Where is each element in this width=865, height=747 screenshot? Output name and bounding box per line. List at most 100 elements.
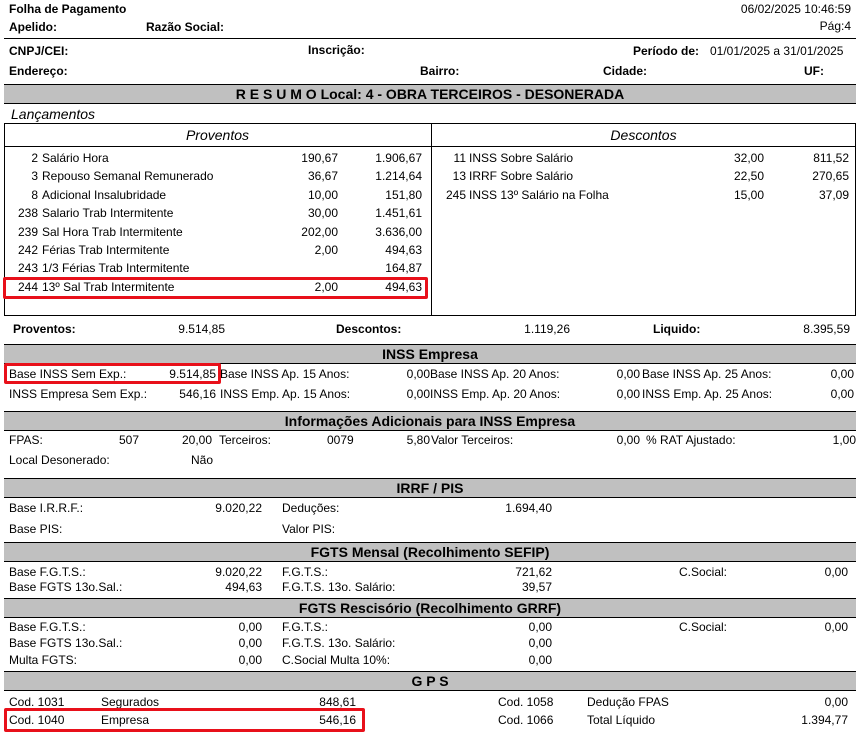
provento-code: 238 (17, 206, 38, 221)
gps-code: Cod. 1058 (498, 695, 554, 709)
provento-ref: 30,00 (307, 206, 338, 221)
report-datetime: 06/02/2025 10:46:59 (740, 2, 851, 16)
irrf-pis-header: IRRF / PIS (4, 478, 856, 498)
terceiros-rate: 5,80 (406, 433, 430, 447)
highlight-box (4, 363, 221, 384)
fgts-resc-base-value: 0,00 (238, 620, 262, 634)
provento-value: 1.451,61 (375, 206, 422, 221)
inss-value: 0,00 (616, 387, 640, 401)
fgts-resc-csocial-label: C.Social: (679, 620, 728, 634)
column-divider (855, 123, 856, 315)
desconto-ref: 15,00 (733, 187, 764, 202)
gps-value: 0,00 (824, 695, 848, 709)
inss-label: Base INSS Ap. 15 Anos: (220, 367, 350, 381)
base-irrf-label: Base I.R.R.F.: (9, 501, 84, 515)
highlight-box (4, 708, 365, 732)
fgts-base13-label: Base FGTS 13o.Sal.: (9, 580, 123, 594)
resumo-header: R E S U M O Local: 4 - OBRA TERCEIROS - … (4, 84, 856, 104)
provento-desc: 1/3 Férias Trab Intermitente (42, 261, 190, 276)
base-irrf-value: 9.020,22 (215, 501, 262, 515)
provento-desc: Sal Hora Trab Intermitente (42, 224, 183, 239)
inss-label: INSS Emp. Ap. 25 Anos: (642, 387, 773, 401)
fgts-base-label: Base F.G.T.S.: (9, 565, 86, 579)
inss-label: INSS Emp. Ap. 15 Anos: (220, 387, 351, 401)
gps-label: Dedução FPAS (587, 695, 669, 709)
inss-empresa-header: INSS Empresa (4, 344, 856, 364)
fgts-resc-value: 0,00 (528, 620, 552, 634)
inss-value: 0,00 (830, 367, 854, 381)
valor-pis-label: Valor PIS: (282, 522, 336, 536)
desonerado-label: Local Desonerado: (9, 453, 110, 467)
gps-code: Cod. 1066 (498, 713, 554, 727)
fgts-base-value: 9.020,22 (215, 565, 262, 579)
fgts-label: F.G.T.S.: (282, 565, 329, 579)
total-proventos-label: Proventos: (13, 322, 76, 336)
column-divider (431, 123, 432, 315)
provento-desc: Salario Trab Intermitente (42, 206, 174, 221)
desconto-ref: 32,00 (733, 151, 764, 165)
desconto-code: 11 (453, 151, 466, 165)
inss-value: 0,00 (616, 367, 640, 381)
fgts-resc-csocial-value: 0,00 (824, 620, 848, 634)
inss-value: 0,00 (830, 387, 854, 401)
provento-desc: Adicional Insalubridade (42, 187, 167, 202)
provento-value: 494,63 (385, 243, 422, 257)
desconto-desc: IRRF Sobre Salário (469, 169, 574, 184)
provento-value: 151,80 (385, 187, 422, 202)
bairro-label: Bairro: (420, 64, 460, 78)
apelido-label: Apelido: (9, 20, 57, 34)
provento-value: 1.214,64 (375, 169, 422, 184)
gps-label: Segurados (101, 695, 160, 709)
provento-ref: 36,67 (307, 169, 338, 184)
provento-ref: 10,00 (307, 187, 338, 202)
descontos-header: Descontos (610, 127, 677, 143)
inss-label: INSS Emp. Ap. 20 Anos: (430, 387, 561, 401)
provento-code: 242 (17, 243, 38, 257)
periodo-label: Período de: (633, 44, 700, 58)
desconto-desc: INSS Sobre Salário (469, 151, 574, 165)
endereco-label: Endereço: (9, 64, 68, 78)
inss-label: Base INSS Ap. 20 Anos: (430, 367, 560, 381)
provento-desc: Salário Hora (42, 151, 109, 165)
divider (4, 38, 856, 39)
provento-value: 3.636,00 (375, 224, 422, 239)
report-title: Folha de Pagamento (9, 2, 127, 16)
provento-code: 2 (31, 151, 38, 165)
desonerado-value: Não (191, 453, 214, 467)
valor-terceiros-label: Valor Terceiros: (431, 433, 514, 447)
fgts-resc-base-label: Base F.G.T.S.: (9, 620, 86, 634)
base-pis-label: Base PIS: (9, 522, 63, 536)
terceiros-value: 0079 (327, 433, 354, 447)
csocial-label: C.Social: (679, 565, 728, 579)
terceiros-label: Terceiros: (219, 433, 272, 447)
periodo-value: 01/01/2025 a 31/01/2025 (710, 44, 844, 58)
fgts-rescisorio-header: FGTS Rescisório (Recolhimento GRRF) (4, 598, 856, 618)
fgts-resc-base13-label: Base FGTS 13o.Sal.: (9, 636, 123, 650)
inscricao-label: Inscrição: (308, 43, 365, 57)
provento-code: 3 (31, 169, 38, 184)
desconto-value: 270,65 (812, 169, 849, 184)
highlight-box (3, 277, 428, 299)
proventos-header: Proventos (185, 127, 250, 143)
csocial-multa-label: C.Social Multa 10%: (282, 653, 391, 667)
total-proventos-value: 9.514,85 (178, 322, 225, 336)
provento-value: 164,87 (385, 261, 422, 276)
desconto-code: 245 (445, 187, 466, 202)
gps-label: Total Líquido (587, 713, 656, 727)
fgts-value: 721,62 (515, 565, 552, 579)
desconto-value: 37,09 (818, 187, 849, 202)
divider (4, 146, 856, 147)
multa-fgts-label: Multa FGTS: (9, 653, 78, 667)
inss-label: Base INSS Ap. 25 Anos: (642, 367, 772, 381)
lancamentos-label: Lançamentos (11, 106, 96, 122)
desconto-value: 811,52 (813, 151, 849, 165)
fgts-resc13-label: F.G.T.S. 13o. Salário: (282, 636, 396, 650)
deducoes-value: 1.694,40 (505, 501, 552, 515)
total-descontos-value: 1.119,26 (524, 322, 570, 336)
gps-value: 1.394,77 (801, 713, 848, 727)
razao-social-label: Razão Social: (146, 20, 225, 34)
rat-value: 1,00 (832, 433, 856, 447)
desconto-code: 13 (452, 169, 466, 184)
fpas-value: 507 (119, 433, 140, 447)
total-descontos-label: Descontos: (336, 322, 402, 336)
